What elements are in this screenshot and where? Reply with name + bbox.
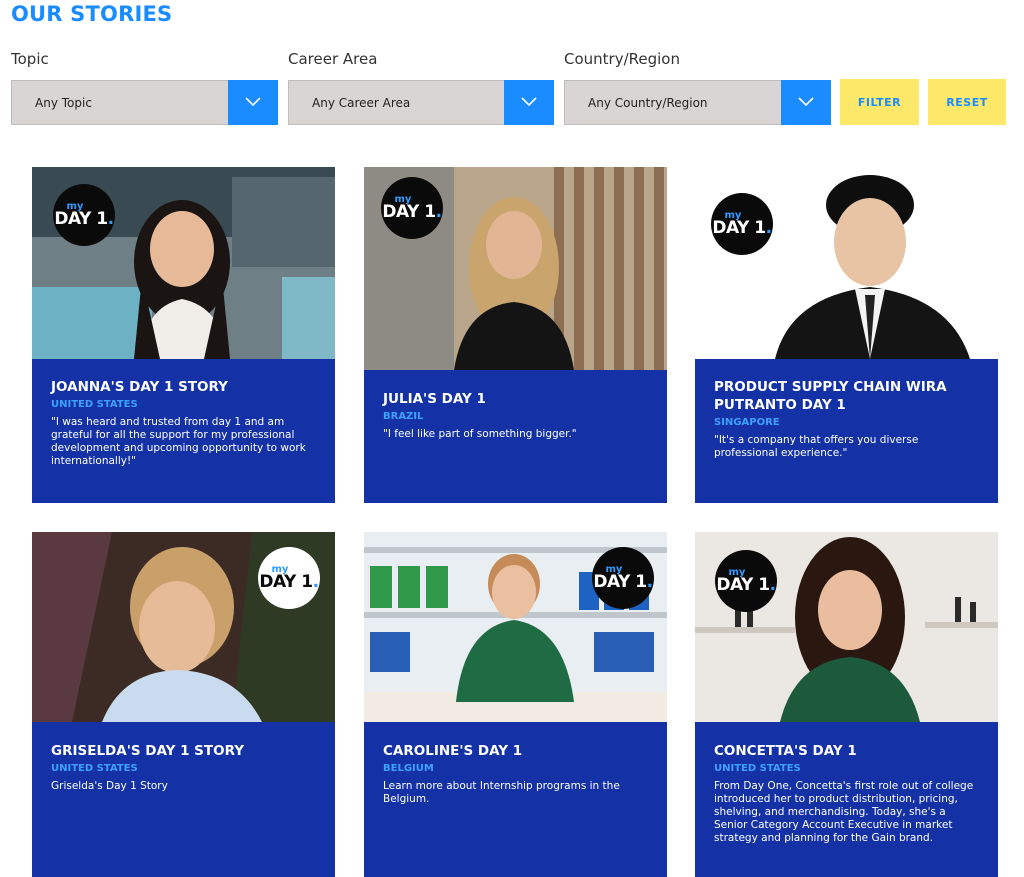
story-photo: my DAY 1.	[364, 532, 667, 722]
filter-button[interactable]: FILTER	[840, 79, 919, 125]
story-info: JOANNA'S DAY 1 STORY UNITED STATES "I wa…	[32, 359, 335, 503]
topic-select[interactable]: Any Topic	[11, 79, 278, 125]
story-blurb: "I was heard and trusted from day 1 and …	[51, 416, 306, 467]
reset-button[interactable]: RESET	[928, 79, 1006, 125]
story-title: GRISELDA'S DAY 1 STORY	[51, 743, 245, 759]
chevron-down-icon[interactable]	[228, 79, 278, 125]
story-country: UNITED STATES	[714, 763, 801, 774]
story-card-joanna[interactable]: my DAY 1. JOANNA'S DAY 1 STORY UNITED ST…	[32, 167, 335, 503]
my-day1-badge: my DAY 1.	[258, 547, 320, 609]
badge-day-text: DAY 1.	[259, 572, 319, 592]
badge-day-text: DAY 1.	[382, 202, 442, 222]
story-info: JULIA'S DAY 1 BRAZIL "I feel like part o…	[364, 370, 667, 503]
story-country: BELGIUM	[383, 763, 434, 774]
page-title: OUR STORIES	[11, 2, 173, 26]
story-blurb: From Day One, Concetta's first role out …	[714, 780, 974, 844]
story-info: GRISELDA'S DAY 1 STORY UNITED STATES Gri…	[32, 722, 335, 877]
story-photo: my DAY 1.	[364, 167, 667, 370]
badge-day-text: DAY 1.	[716, 575, 776, 595]
story-card-wira[interactable]: my DAY 1. PRODUCT SUPPLY CHAIN WIRA PUTR…	[695, 167, 998, 503]
my-day1-badge: my DAY 1.	[381, 177, 443, 239]
story-photo: my DAY 1.	[32, 167, 335, 359]
topic-label: Topic	[11, 50, 49, 68]
story-info: CAROLINE'S DAY 1 BELGIUM Learn more abou…	[364, 722, 667, 877]
story-info: PRODUCT SUPPLY CHAIN WIRA PUTRANTO DAY 1…	[695, 359, 998, 503]
my-day1-badge: my DAY 1.	[592, 547, 654, 609]
story-blurb: "I feel like part of something bigger."	[383, 428, 577, 440]
badge-day-text: DAY 1.	[54, 209, 114, 229]
my-day1-badge: my DAY 1.	[715, 550, 777, 612]
career-area-select[interactable]: Any Career Area	[288, 79, 554, 125]
story-photo: my DAY 1.	[695, 532, 998, 722]
story-title: CAROLINE'S DAY 1	[383, 743, 523, 759]
chevron-down-icon[interactable]	[504, 79, 554, 125]
story-country: SINGAPORE	[714, 417, 780, 428]
story-card-caroline[interactable]: my DAY 1. CAROLINE'S DAY 1 BELGIUM Learn…	[364, 532, 667, 877]
story-photo: my DAY 1.	[32, 532, 335, 722]
country-region-select[interactable]: Any Country/Region	[564, 79, 831, 125]
chevron-down-icon[interactable]	[781, 79, 831, 125]
badge-day-text: DAY 1.	[593, 572, 653, 592]
story-info: CONCETTA'S DAY 1 UNITED STATES From Day …	[695, 722, 998, 877]
story-title: JOANNA'S DAY 1 STORY	[51, 379, 228, 395]
story-photo: my DAY 1.	[695, 167, 998, 359]
story-title: JULIA'S DAY 1	[383, 391, 486, 407]
story-blurb: "It's a company that offers you diverse …	[714, 434, 919, 459]
topic-select-value: Any Topic	[35, 95, 92, 110]
country-region-label: Country/Region	[564, 50, 680, 68]
my-day1-badge: my DAY 1.	[53, 184, 115, 246]
story-card-julia[interactable]: my DAY 1. JULIA'S DAY 1 BRAZIL "I feel l…	[364, 167, 667, 503]
story-country: UNITED STATES	[51, 399, 138, 410]
story-blurb: Griselda's Day 1 Story	[51, 780, 168, 792]
story-card-concetta[interactable]: my DAY 1. CONCETTA'S DAY 1 UNITED STATES…	[695, 532, 998, 877]
story-title: PRODUCT SUPPLY CHAIN WIRA PUTRANTO DAY 1	[714, 379, 947, 413]
country-region-select-value: Any Country/Region	[588, 95, 708, 110]
career-area-select-value: Any Career Area	[312, 95, 411, 110]
badge-day-text: DAY 1.	[712, 218, 772, 238]
story-blurb: Learn more about Internship programs in …	[383, 780, 620, 805]
story-country: UNITED STATES	[51, 763, 138, 774]
story-card-griselda[interactable]: my DAY 1. GRISELDA'S DAY 1 STORY UNITED …	[32, 532, 335, 877]
my-day1-badge: my DAY 1.	[711, 193, 773, 255]
story-title: CONCETTA'S DAY 1	[714, 743, 857, 759]
career-area-label: Career Area	[288, 50, 378, 68]
story-country: BRAZIL	[383, 411, 424, 422]
